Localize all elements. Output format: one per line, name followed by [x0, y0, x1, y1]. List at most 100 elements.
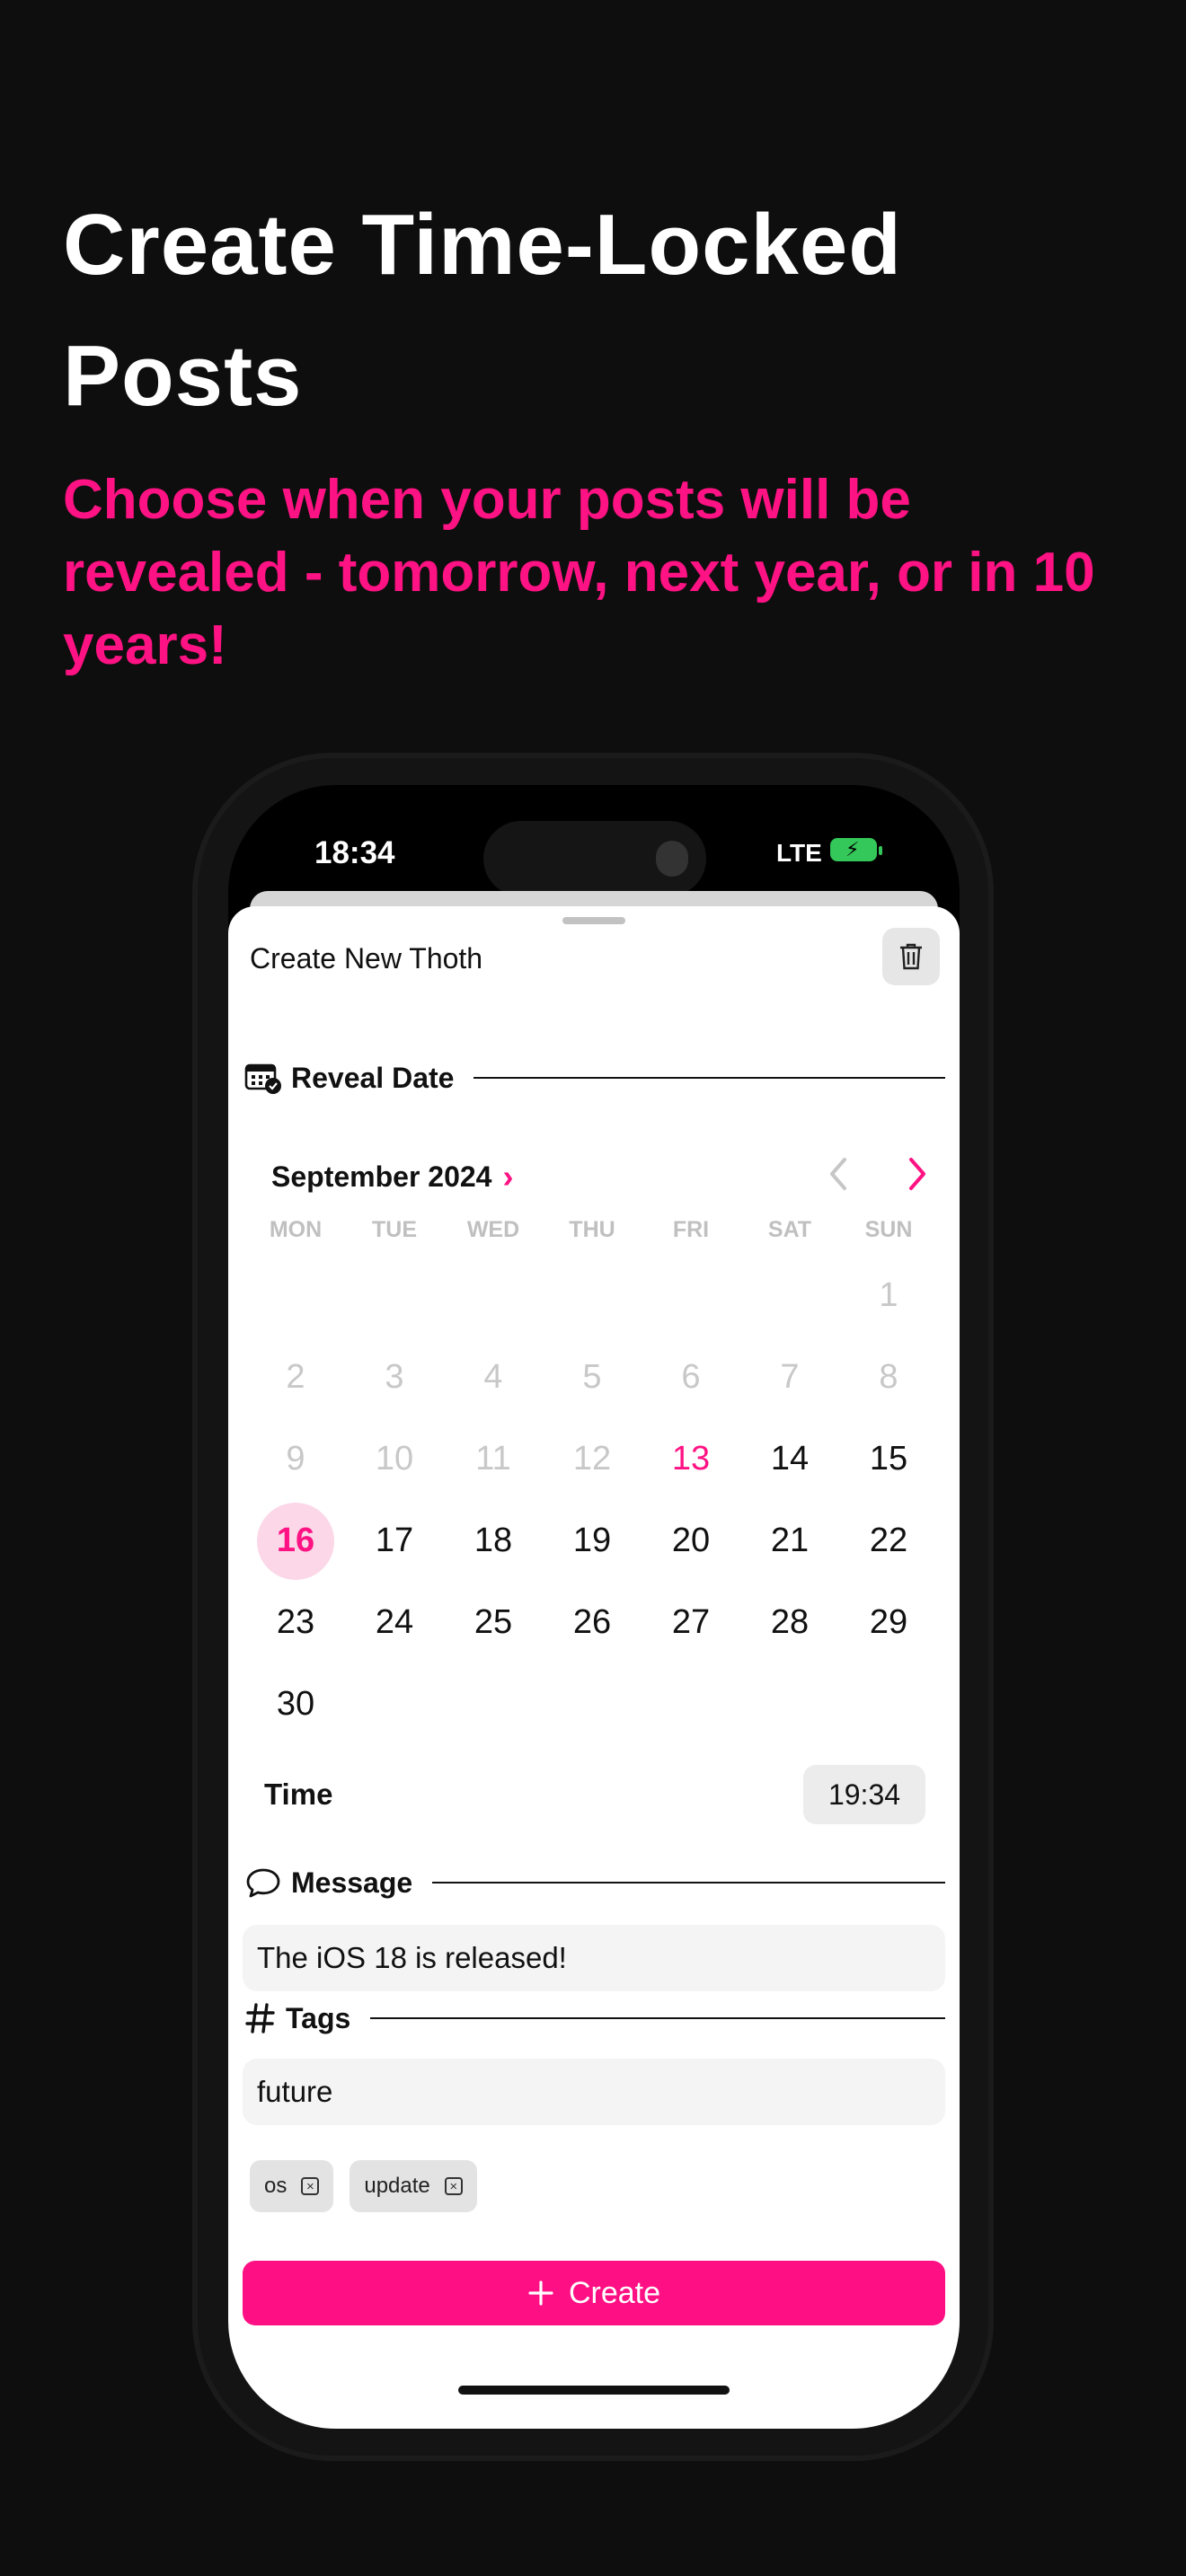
tag-input[interactable]: future: [243, 2059, 945, 2125]
day-cell[interactable]: 26: [543, 1582, 642, 1663]
status-time: 18:34: [314, 835, 395, 870]
day-cell: 5: [543, 1337, 642, 1418]
day-number: 17: [375, 1522, 414, 1559]
plus-icon: [528, 2280, 553, 2306]
day-number: 22: [869, 1522, 908, 1559]
day-cell[interactable]: 30: [246, 1663, 345, 1745]
day-cell[interactable]: 24: [345, 1582, 444, 1663]
tags-label: Tags: [286, 2001, 351, 2034]
section-divider: [432, 1882, 945, 1883]
remove-tag-icon[interactable]: ×: [301, 2177, 320, 2195]
create-button[interactable]: Create: [243, 2261, 945, 2325]
day-cell: 12: [543, 1418, 642, 1500]
day-cell[interactable]: 19: [543, 1500, 642, 1582]
phone-frame: 18:34 LTE ⚡ Create New Thoth Reveal Date…: [198, 758, 988, 2456]
weekday-label: SAT: [767, 1217, 812, 1242]
day-number: 6: [681, 1358, 701, 1396]
day-cell[interactable]: 22: [839, 1500, 938, 1582]
day-number: 3: [385, 1358, 404, 1396]
remove-tag-icon[interactable]: ×: [444, 2177, 463, 2195]
day-number: 14: [770, 1440, 810, 1478]
sheet-title: Create New Thoth: [250, 942, 483, 975]
day-cell[interactable]: 29: [839, 1582, 938, 1663]
weekday-label: WED: [466, 1217, 520, 1242]
day-number: 18: [474, 1522, 513, 1559]
tags-header: Tags: [244, 1996, 945, 2041]
network-label: LTE: [776, 839, 822, 867]
day-number: 9: [286, 1440, 305, 1478]
tag-chip[interactable]: os ×: [250, 2160, 334, 2212]
tag-chip[interactable]: update ×: [350, 2160, 477, 2212]
day-number: 21: [770, 1522, 810, 1559]
reveal-date-label: Reveal Date: [291, 1061, 455, 1094]
calendar-grid: 1 2 3 4 5 6 7 8 9 10 11 12 13 14 15 16 17 18 19 20 21 22 23 24 2…: [246, 1255, 938, 1745]
day-cell: 9: [246, 1418, 345, 1500]
weekday-label: THU: [569, 1217, 615, 1242]
home-indicator[interactable]: [458, 2386, 730, 2395]
selected-day-cell[interactable]: 16: [246, 1500, 345, 1582]
create-button-label: Create: [568, 2275, 661, 2310]
camera-icon: [656, 841, 688, 877]
day-cell: 4: [444, 1337, 543, 1418]
battery-charging-icon: ⚡: [830, 838, 882, 861]
hashtag-icon: [245, 2003, 275, 2033]
day-cell[interactable]: 25: [444, 1582, 543, 1663]
reveal-date-header: Reveal Date: [244, 1055, 945, 1100]
section-divider: [474, 1077, 945, 1079]
chevron-right-icon: ›: [502, 1158, 514, 1195]
tag-chip-list: os × update ×: [250, 2160, 477, 2212]
day-cell[interactable]: 17: [345, 1500, 444, 1582]
day-number: 24: [375, 1603, 414, 1641]
previous-month-button[interactable]: [821, 1154, 857, 1194]
day-number: 5: [582, 1358, 602, 1396]
day-number: 7: [780, 1358, 800, 1396]
day-cell: 3: [345, 1337, 444, 1418]
day-number: 26: [572, 1603, 612, 1641]
empty-day-cell: [345, 1255, 444, 1337]
day-cell[interactable]: 18: [444, 1500, 543, 1582]
time-picker[interactable]: 19:34: [803, 1765, 925, 1824]
message-header: Message: [244, 1860, 945, 1905]
day-cell: 10: [345, 1418, 444, 1500]
month-label: September 2024: [271, 1160, 492, 1193]
day-cell: 6: [642, 1337, 740, 1418]
day-cell[interactable]: 20: [642, 1500, 740, 1582]
day-number: 11: [475, 1440, 511, 1478]
tag-chip-label: update: [364, 2174, 430, 2198]
next-month-button[interactable]: [898, 1154, 934, 1194]
day-number: 29: [869, 1603, 908, 1641]
trash-icon: [900, 943, 922, 970]
section-divider: [370, 2017, 945, 2019]
day-cell[interactable]: 15: [839, 1418, 938, 1500]
weekday-header: MON TUE WED THU FRI SAT SUN: [246, 1217, 938, 1243]
message-input[interactable]: The iOS 18 is released!: [243, 1925, 945, 1991]
speech-bubble-icon: [246, 1868, 280, 1898]
day-cell[interactable]: 23: [246, 1582, 345, 1663]
empty-day-cell: [642, 1255, 740, 1337]
day-number: 1: [879, 1276, 898, 1314]
day-number: 19: [572, 1522, 612, 1559]
sheet-grabber[interactable]: [562, 917, 625, 924]
tag-chip-label: os: [264, 2174, 288, 2198]
subheadline: Choose when your posts will be revealed …: [63, 469, 1095, 676]
day-number: 30: [276, 1685, 315, 1723]
delete-button[interactable]: [882, 928, 940, 985]
empty-day-cell: [543, 1255, 642, 1337]
day-number: 20: [671, 1522, 711, 1559]
message-label: Message: [291, 1866, 413, 1899]
day-number: 28: [770, 1603, 810, 1641]
day-number: 4: [483, 1358, 503, 1396]
day-number: 13: [671, 1440, 711, 1478]
dynamic-island: [483, 821, 706, 896]
day-cell[interactable]: 21: [740, 1500, 839, 1582]
day-number: 25: [474, 1603, 513, 1641]
month-picker-button[interactable]: September 2024 ›: [271, 1158, 513, 1195]
day-cell[interactable]: 28: [740, 1582, 839, 1663]
create-sheet: Create New Thoth Reveal Date September 2…: [228, 906, 960, 2429]
headline: Create Time-Locked Posts: [63, 197, 902, 424]
day-cell[interactable]: 14: [740, 1418, 839, 1500]
time-label: Time: [264, 1778, 333, 1811]
day-cell[interactable]: 13: [642, 1418, 740, 1500]
day-cell[interactable]: 27: [642, 1582, 740, 1663]
empty-day-cell: [740, 1255, 839, 1337]
